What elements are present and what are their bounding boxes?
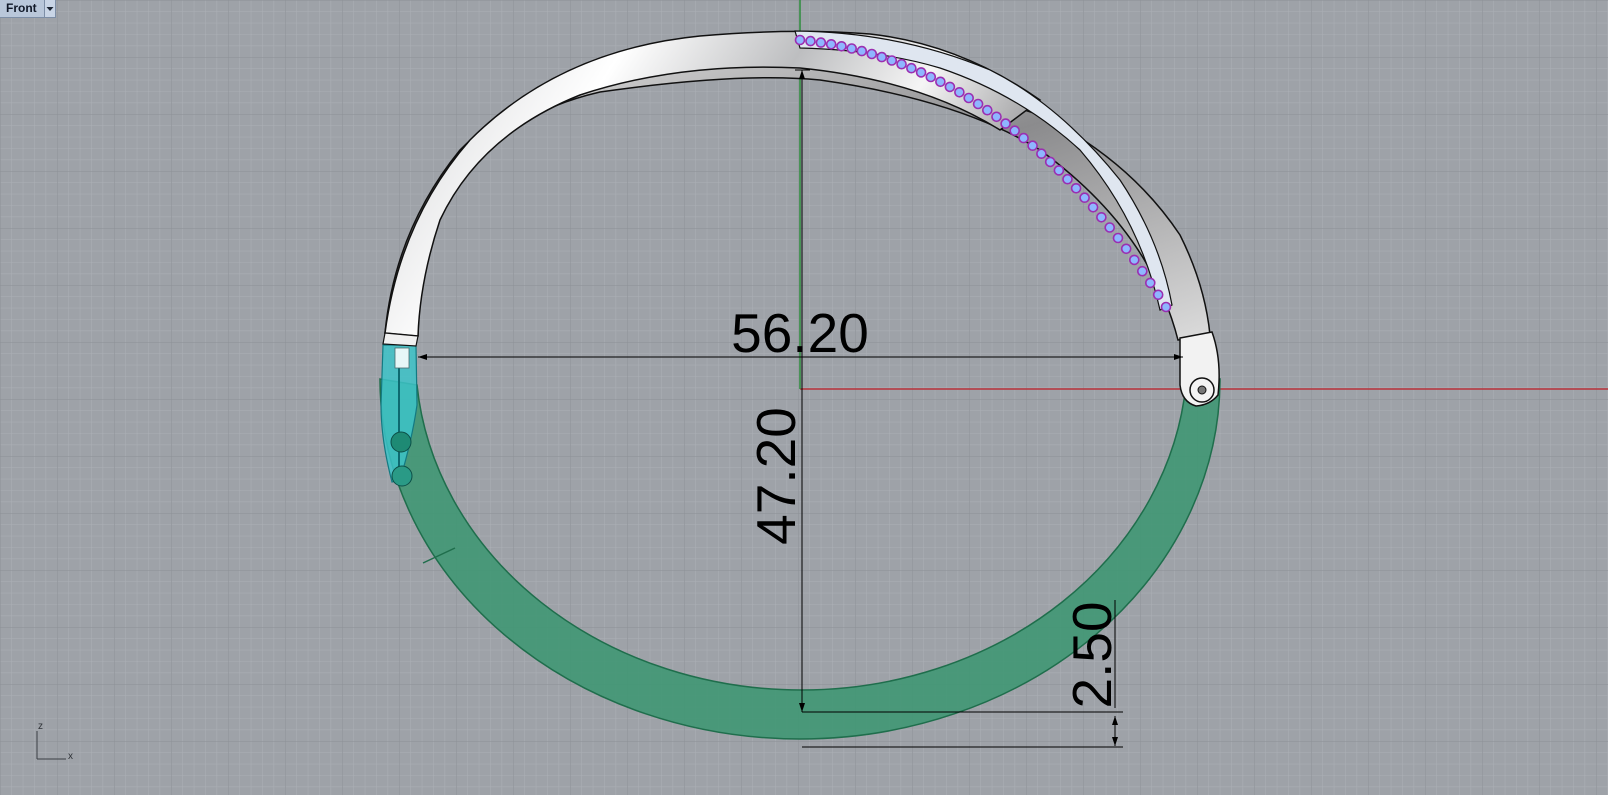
thickness-dimension-text: 2.50 <box>1061 601 1123 708</box>
gem <box>1053 165 1065 176</box>
gem <box>1120 243 1132 255</box>
gem <box>1152 289 1164 301</box>
gem <box>991 111 1002 123</box>
clasp-pin-lower <box>391 465 413 487</box>
gem <box>972 98 984 110</box>
viewport-title-tab[interactable]: Front <box>0 0 56 18</box>
hinge[interactable] <box>1179 331 1220 407</box>
gem <box>1104 222 1115 233</box>
gem <box>846 43 858 54</box>
model-scene[interactable]: 56.20 47.20 2.50 z x <box>0 0 1608 795</box>
gem <box>805 35 816 47</box>
gem <box>886 55 898 66</box>
gem <box>1096 212 1107 223</box>
gem <box>935 76 946 88</box>
gem <box>836 40 847 52</box>
gem <box>794 34 806 46</box>
gem <box>866 48 878 60</box>
gem <box>915 67 927 78</box>
gem <box>1009 125 1021 136</box>
gem <box>1087 202 1099 213</box>
gem <box>1070 183 1082 194</box>
gem <box>876 51 888 63</box>
clasp-pin-upper <box>390 431 412 453</box>
axis-z-label: z <box>38 721 43 732</box>
gem <box>1079 192 1090 203</box>
gem <box>1018 132 1029 144</box>
gem <box>1062 173 1073 185</box>
gem <box>825 38 837 50</box>
gem <box>963 92 975 104</box>
gem <box>1000 118 1011 129</box>
axis-x-label: x <box>68 751 73 762</box>
gem <box>1112 232 1124 244</box>
gem <box>1027 140 1038 151</box>
gem <box>981 104 993 116</box>
gem <box>1145 277 1156 289</box>
left-end-cap <box>382 332 419 347</box>
gem <box>906 62 917 74</box>
gem <box>1036 148 1047 159</box>
viewport-name[interactable]: Front <box>0 0 44 17</box>
gem <box>925 71 937 83</box>
major-grid <box>0 0 1608 795</box>
gem <box>1129 254 1140 266</box>
gem <box>896 58 907 70</box>
gem <box>1137 265 1148 277</box>
gem <box>1044 156 1056 168</box>
width-dimension-text: 56.20 <box>731 302 869 364</box>
gem <box>1160 301 1172 313</box>
front-viewport[interactable]: Front 56.20 47.20 2.50 z x <box>0 0 1608 795</box>
gem <box>815 37 827 48</box>
gem <box>954 87 965 98</box>
gem <box>944 81 956 93</box>
chevron-down-icon[interactable] <box>43 0 55 17</box>
gem <box>856 45 868 57</box>
height-dimension-text: 47.20 <box>745 407 807 545</box>
